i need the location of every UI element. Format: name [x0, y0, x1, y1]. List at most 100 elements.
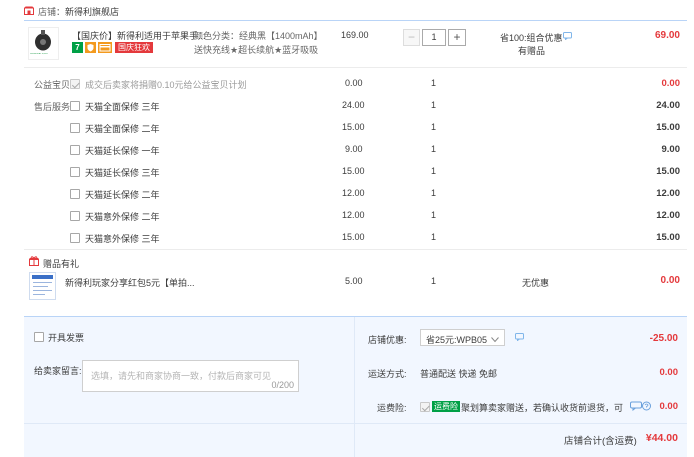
after-sales-item-total: 24.00 [656, 100, 680, 111]
invoice-label: 开具发票 [48, 333, 85, 343]
gift-price: 5.00 [345, 276, 363, 286]
after-sales-checkbox[interactable] [70, 233, 80, 243]
after-sales-item-name: 天猫意外保修 二年 [85, 212, 160, 222]
coupon-label: 店铺优惠: [368, 335, 407, 345]
after-sales-item-name: 天猫延长保修 二年 [85, 190, 160, 200]
total-amount: ¥44.00 [645, 432, 678, 444]
coupon-select[interactable]: 省25元:WPB05 [420, 329, 505, 346]
after-sales-checkbox[interactable] [70, 211, 80, 221]
after-sales-item-total: 15.00 [656, 122, 680, 133]
quantity-decrease-button[interactable]: − [403, 29, 420, 46]
total-label: 店铺合计(含运费) [564, 436, 637, 447]
discount-info-icon[interactable] [563, 32, 573, 41]
after-sales-checkbox[interactable] [70, 145, 80, 155]
after-sales-item-qty: 1 [431, 144, 437, 154]
after-sales-item-price: 9.00 [345, 144, 363, 154]
gift-icon [29, 256, 39, 266]
seven-day-return-badge[interactable]: 7 [72, 42, 83, 53]
message-textarea[interactable]: 选填，请先和商家协商一致，付款后商家可见 0/200 [82, 360, 299, 392]
shipping-method: 普通配送 快递 免邮 [420, 369, 498, 379]
charity-checkbox[interactable] [70, 79, 80, 89]
after-sales-item-qty: 1 [431, 122, 437, 132]
insurance-text: 聚划算卖家赠送，若确认收货前退货，可获... [461, 403, 623, 413]
after-sales-item-price: 15.00 [342, 122, 365, 132]
quantity-stepper: − 1 + [403, 29, 466, 46]
after-sales-item-qty: 1 [431, 188, 437, 198]
after-sales-item-total: 9.00 [661, 144, 681, 155]
gift-image[interactable] [29, 272, 56, 300]
gift-header: 赠品有礼 [43, 259, 80, 269]
gift-qty: 1 [431, 276, 437, 286]
shop-header: 店铺：新得利旗舰店 [24, 5, 684, 19]
after-sales-item-qty: 1 [431, 100, 437, 110]
product-image-caption: SHINEDEAL 新得利 [30, 53, 48, 55]
after-sales-checkbox[interactable] [70, 167, 80, 177]
shipping-amount: 0.00 [659, 367, 679, 378]
after-sales-item-qty: 1 [431, 232, 437, 242]
after-sales-item-name: 天猫延长保修 三年 [85, 168, 160, 178]
product-spec-color: 颜色分类：经典黑【1400mAh】 [194, 31, 323, 41]
product-discount-info: 省100:组合优惠 [500, 33, 563, 43]
quantity-increase-button[interactable]: + [448, 29, 466, 46]
after-sales-checkbox[interactable] [70, 123, 80, 133]
charity-label: 公益宝贝 [34, 80, 71, 90]
after-sales-item-total: 15.00 [656, 232, 680, 243]
after-sales-item-qty: 1 [431, 210, 437, 220]
gift-title-link[interactable]: 新得利玩家分享红包5元【单拍... [65, 276, 195, 289]
chat-bubble-icon[interactable] [630, 401, 652, 412]
insurance-badge: 运费险 [432, 401, 460, 412]
after-sales-item-name: 天猫延长保修 一年 [85, 146, 160, 156]
charity-total: 0.00 [661, 78, 681, 89]
order-info-panel: 开具发票 给卖家留言: 选填，请先和商家协商一致，付款后商家可见 0/200 店… [24, 316, 687, 457]
insurance-checkbox[interactable] [420, 402, 430, 412]
after-sales-item-qty: 1 [431, 166, 437, 176]
product-divider [24, 67, 687, 68]
after-sales-item-price: 15.00 [342, 232, 365, 242]
national-day-badge[interactable]: 国庆狂欢 [115, 42, 153, 53]
after-sales-item-price: 24.00 [342, 100, 365, 110]
gift-total: 0.00 [660, 275, 680, 286]
message-label: 给卖家留言: [34, 366, 82, 376]
credit-card-icon[interactable] [98, 42, 112, 53]
shop-label: 店铺：新得利旗舰店 [38, 5, 119, 18]
shop-prefix: 店铺： [38, 7, 66, 17]
message-placeholder: 选填，请先和商家协商一致，付款后商家可见 [91, 371, 272, 381]
shield-icon[interactable] [85, 42, 96, 53]
after-sales-divider [24, 249, 687, 250]
after-sales-item-name: 天猫全面保修 二年 [85, 124, 160, 134]
quantity-input[interactable]: 1 [422, 29, 446, 46]
shop-name-link[interactable]: 新得利旗舰店 [65, 7, 119, 17]
after-sales-label: 售后服务 [34, 102, 71, 112]
product-unit-price: 169.00 [341, 30, 369, 40]
coupon-amount: -25.00 [649, 333, 678, 344]
insurance-amount: 0.00 [659, 401, 679, 412]
product-subtotal: 69.00 [654, 30, 680, 41]
after-sales-item-price: 12.00 [342, 210, 365, 220]
shipping-label: 运送方式: [368, 369, 407, 379]
total-divider [24, 423, 687, 424]
shop-icon [24, 6, 34, 15]
after-sales-item-total: 12.00 [656, 210, 680, 221]
charity-text: 成交后卖家将捐赠0.10元给公益宝贝计划 [85, 80, 247, 90]
gift-discount: 无优惠 [522, 278, 550, 288]
after-sales-checkbox[interactable] [70, 189, 80, 199]
after-sales-item-name: 天猫意外保修 三年 [85, 234, 160, 244]
after-sales-item-price: 15.00 [342, 166, 365, 176]
after-sales-item-price: 12.00 [342, 188, 365, 198]
message-char-counter: 0/200 [271, 380, 294, 390]
charity-qty: 1 [431, 78, 437, 88]
product-image[interactable]: SHINEDEAL 新得利 [28, 27, 59, 60]
insurance-label: 运费险: [377, 403, 407, 413]
product-title-link[interactable]: 【国庆价】新得利适用于苹果手... [72, 29, 206, 42]
coupon-selected-value: 省25元:WPB05 [426, 335, 488, 345]
after-sales-item-name: 天猫全面保修 三年 [85, 102, 160, 112]
after-sales-checkbox[interactable] [70, 101, 80, 111]
header-divider [24, 20, 687, 21]
after-sales-item-total: 12.00 [656, 188, 680, 199]
invoice-checkbox[interactable] [34, 332, 44, 342]
coupon-info-icon[interactable] [515, 333, 525, 342]
panel-column-divider [354, 317, 355, 457]
after-sales-item-total: 15.00 [656, 166, 680, 177]
charity-price: 0.00 [345, 78, 363, 88]
product-spec-extra: 送快充线★超长续航★蓝牙吸吸 [194, 45, 319, 55]
